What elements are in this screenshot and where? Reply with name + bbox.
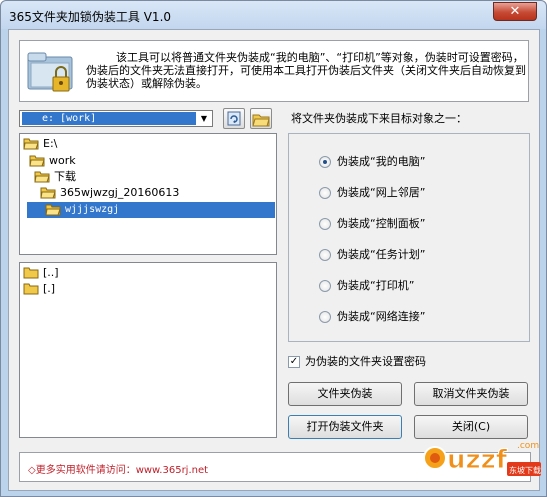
drive-select[interactable]: e: [work] ▼ [19,110,213,127]
chevron-down-icon[interactable]: ▼ [198,112,210,125]
client-area: 该工具可以将普通文件夹伪装成“我的电脑”、“打印机”等对象，伪装时可设置密码，伪… [8,29,540,491]
radio-button[interactable] [319,311,331,323]
list-item-label: [..] [43,266,59,279]
folder-tree[interactable]: E:\ work 下载 365wjwzgj_20160613 wjjjswzgj [19,133,277,255]
tree-item-selected[interactable]: wjjjswzgj [27,202,275,218]
tree-item-label: 365wjwzgj_20160613 [60,186,180,199]
option-label: 伪装成“网上邻居” [337,186,426,199]
title-bar[interactable]: 365文件夹加锁伪装工具 V1.0 ✕ [1,1,546,29]
folder-open-icon [45,204,61,216]
option-label: 伪装成“控制面板” [337,217,426,230]
disguise-folder-button[interactable]: 文件夹伪装 [288,382,402,406]
option-label: 伪装成“任务计划” [337,248,426,261]
cancel-disguise-button[interactable]: 取消文件夹伪装 [414,382,528,406]
watermark-domain: .com [517,441,539,451]
radio-button[interactable] [319,187,331,199]
refresh-button[interactable] [223,108,245,129]
tree-item[interactable]: 365wjwzgj_20160613 [40,185,270,201]
folder-icon [23,283,39,295]
folder-icon [23,267,39,279]
open-disguised-folder-button[interactable]: 打开伪装文件夹 [288,415,402,439]
radio-button[interactable] [319,218,331,230]
list-item-label: [.] [43,282,56,295]
tree-item-label: E:\ [43,137,58,150]
option-label: 伪装成“我的电脑” [337,155,426,168]
tree-item[interactable]: E:\ [23,136,273,152]
password-checkbox-label: 为伪装的文件夹设置密码 [305,355,426,368]
disguise-options-group: 伪装成“我的电脑” 伪装成“网上邻居” 伪装成“控制面板” 伪装成“任务计划” … [288,133,530,342]
uzzf-watermark-logo: uzzf 东坡下载 .com [423,441,541,476]
folder-open-icon [40,187,56,199]
footer-website-link[interactable]: ◇更多实用软件请访问：www.365rj.net [28,461,208,476]
option-label: 伪装成“打印机” [337,279,415,292]
radio-button[interactable] [319,249,331,261]
watermark-sub: 东坡下载 [509,465,541,475]
folder-open-icon [29,155,45,167]
refresh-icon [227,111,241,126]
tree-item[interactable]: work [29,153,269,169]
tree-item-label: work [49,154,76,167]
list-item[interactable]: [.] [23,281,263,297]
file-list[interactable]: [..] [.] [19,262,277,438]
window-close-button[interactable]: ✕ [493,2,537,21]
tree-item-label: 下载 [54,170,76,183]
drive-selected-value: e: [work] [22,112,196,125]
radio-button[interactable] [319,280,331,292]
folder-open-icon [23,138,39,150]
watermark-brand: uzzf [447,445,508,475]
folder-lock-icon [27,52,73,92]
option-label: 伪装成“网络连接” [337,310,426,323]
tree-item-label: wjjjswzgj [63,202,122,218]
app-window: 365文件夹加锁伪装工具 V1.0 ✕ 该工具可以将普通文件夹伪装成“我的电脑”… [0,0,547,497]
banner-description: 该工具可以将普通文件夹伪装成“我的电脑”、“打印机”等对象，伪装时可设置密码，伪… [86,51,526,90]
tree-item[interactable]: 下载 [34,169,269,185]
info-banner: 该工具可以将普通文件夹伪装成“我的电脑”、“打印机”等对象，伪装时可设置密码，伪… [19,40,529,102]
folder-open-icon [34,171,50,183]
folder-open-icon [252,114,270,127]
folder-browse-button[interactable] [250,108,272,129]
password-checkbox[interactable]: ✓ [288,356,300,368]
window-title: 365文件夹加锁伪装工具 V1.0 [9,10,172,24]
list-item[interactable]: [..] [23,265,263,281]
radio-button[interactable] [319,156,331,168]
target-object-label: 将文件夹伪装成下来目标对象之一： [291,112,467,125]
